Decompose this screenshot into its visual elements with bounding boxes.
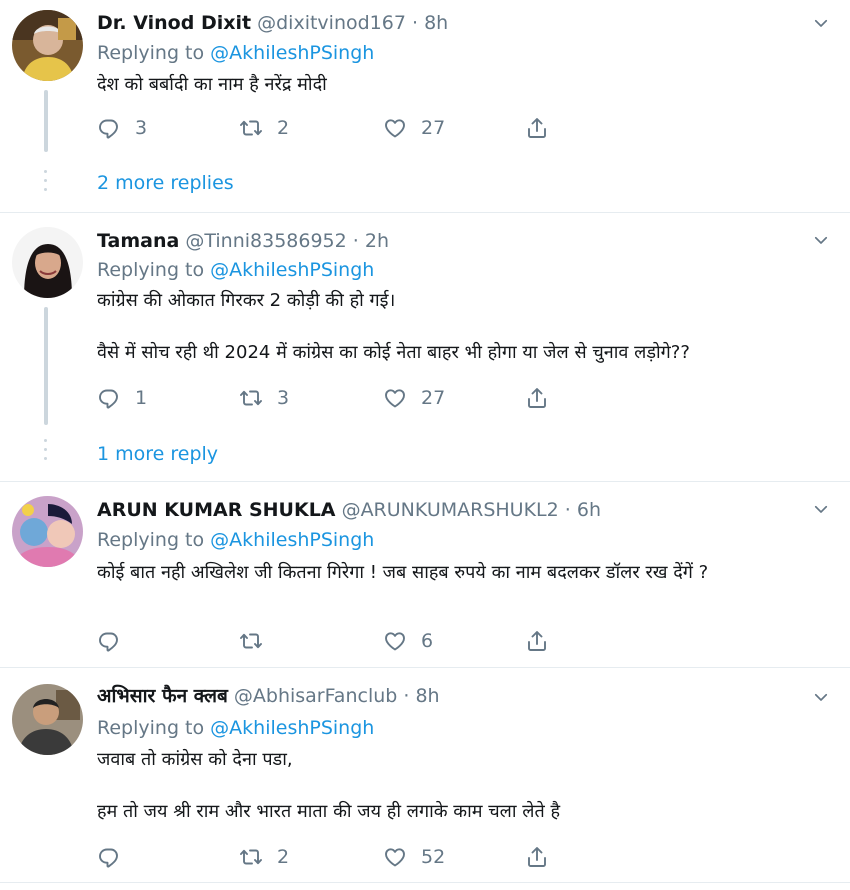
tweet-text: कोई बात नही अखिलेश जी कितना गिरेगा ! जब …: [97, 562, 709, 583]
share-icon: [525, 386, 549, 410]
heart-icon: [383, 386, 407, 410]
display-name[interactable]: Tamana: [97, 230, 179, 252]
action-bar: 2 52: [97, 842, 597, 872]
reply-button[interactable]: 3: [97, 113, 147, 143]
reply-icon: [97, 845, 121, 869]
replying-to: Replying to @AkhileshPSingh: [97, 42, 375, 64]
tweet-reply[interactable]: Dr. Vinod Dixit @dixitvinod167 · 8h Repl…: [0, 0, 850, 212]
share-icon: [525, 116, 549, 140]
tweet-text: देश को बर्बादी का नाम है नरेंद्र मोदी: [97, 74, 327, 95]
thread-dots: [44, 439, 48, 466]
chevron-down-icon[interactable]: [812, 14, 830, 32]
tweet-text: जवाब तो कांग्रेस को देना पडा, हम तो जय श…: [97, 749, 561, 822]
like-button[interactable]: 6: [383, 626, 433, 656]
replying-to: Replying to @AkhileshPSingh: [97, 259, 375, 281]
replying-to: Replying to @AkhileshPSingh: [97, 529, 375, 551]
tweet-reply[interactable]: ARUN KUMAR SHUKLA @ARUNKUMARSHUKL2 · 6h …: [0, 482, 850, 667]
heart-icon: [383, 629, 407, 653]
retweet-icon: [239, 629, 263, 653]
share-button[interactable]: [525, 626, 563, 656]
like-count: 27: [421, 387, 446, 409]
share-icon: [525, 629, 549, 653]
reply-icon: [97, 629, 121, 653]
retweet-count: 2: [277, 846, 290, 868]
retweet-count: 2: [277, 117, 290, 139]
retweet-count: 3: [277, 387, 290, 409]
replying-to-link[interactable]: @AkhileshPSingh: [210, 42, 374, 64]
share-button[interactable]: [525, 842, 563, 872]
replying-to-link[interactable]: @AkhileshPSingh: [210, 259, 374, 281]
timestamp[interactable]: 8h: [424, 12, 448, 34]
chevron-down-icon[interactable]: [812, 688, 830, 706]
display-name[interactable]: ARUN KUMAR SHUKLA: [97, 499, 336, 521]
thread-line: [44, 90, 48, 152]
action-bar: 3 2 27: [97, 113, 597, 143]
retweet-icon: [239, 116, 263, 140]
retweet-button[interactable]: 2: [239, 113, 289, 143]
user-handle[interactable]: @Tinni83586952: [185, 230, 346, 252]
chevron-down-icon[interactable]: [812, 500, 830, 518]
action-bar: 6: [97, 626, 597, 656]
timestamp[interactable]: 2h: [365, 230, 389, 252]
retweet-icon: [239, 845, 263, 869]
share-icon: [525, 845, 549, 869]
share-button[interactable]: [525, 113, 563, 143]
display-name[interactable]: Dr. Vinod Dixit: [97, 12, 251, 34]
thread-line: [44, 307, 48, 425]
reply-button[interactable]: [97, 626, 135, 656]
user-handle[interactable]: @AbhisarFanclub: [234, 685, 397, 707]
heart-icon: [383, 845, 407, 869]
retweet-button[interactable]: 3: [239, 383, 289, 413]
replying-to: Replying to @AkhileshPSingh: [97, 717, 375, 739]
divider: [0, 882, 850, 883]
more-replies-link[interactable]: 1 more reply: [97, 441, 218, 467]
reply-icon: [97, 116, 121, 140]
user-handle[interactable]: @dixitvinod167: [257, 12, 406, 34]
avatar[interactable]: [12, 684, 83, 755]
reply-button[interactable]: 1: [97, 383, 147, 413]
tweet-reply[interactable]: Tamana @Tinni83586952 · 2h Replying to @…: [0, 213, 850, 481]
avatar[interactable]: [12, 496, 83, 567]
tweet-reply[interactable]: अभिसार फैन क्लब @AbhisarFanclub · 8h Rep…: [0, 668, 850, 882]
retweet-button[interactable]: [239, 626, 277, 656]
like-button[interactable]: 27: [383, 383, 445, 413]
like-button[interactable]: 52: [383, 842, 445, 872]
replying-to-link[interactable]: @AkhileshPSingh: [210, 717, 374, 739]
like-count: 6: [421, 630, 434, 652]
like-count: 27: [421, 117, 446, 139]
replying-to-link[interactable]: @AkhileshPSingh: [210, 529, 374, 551]
reply-count: 3: [135, 117, 148, 139]
more-replies-link[interactable]: 2 more replies: [97, 170, 234, 196]
timestamp[interactable]: 8h: [415, 685, 439, 707]
like-count: 52: [421, 846, 446, 868]
heart-icon: [383, 116, 407, 140]
retweet-icon: [239, 386, 263, 410]
retweet-button[interactable]: 2: [239, 842, 289, 872]
share-button[interactable]: [525, 383, 563, 413]
chevron-down-icon[interactable]: [812, 231, 830, 249]
thread-dots: [44, 170, 48, 197]
user-handle[interactable]: @ARUNKUMARSHUKL2: [342, 499, 559, 521]
avatar[interactable]: [12, 227, 83, 298]
avatar[interactable]: [12, 10, 83, 81]
reply-count: 1: [135, 387, 148, 409]
display-name[interactable]: अभिसार फैन क्लब: [97, 685, 228, 707]
tweet-text: कांग्रेस की ओकात गिरकर 2 कोड़ी की हो गई।…: [97, 290, 690, 363]
like-button[interactable]: 27: [383, 113, 445, 143]
timestamp[interactable]: 6h: [577, 499, 601, 521]
reply-icon: [97, 386, 121, 410]
reply-button[interactable]: [97, 842, 135, 872]
action-bar: 1 3 27: [97, 383, 597, 413]
